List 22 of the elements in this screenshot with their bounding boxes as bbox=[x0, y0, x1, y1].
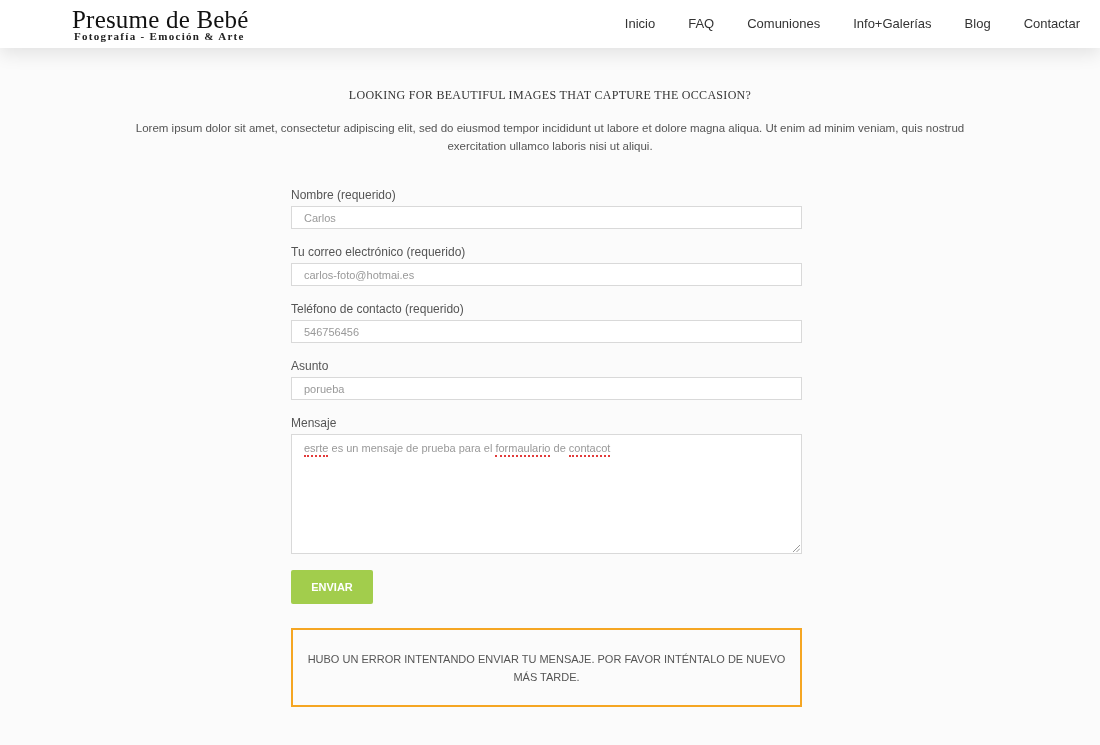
nav-link[interactable]: Info+Galerías bbox=[853, 14, 932, 34]
misspelled-word: formaulario bbox=[495, 442, 551, 457]
logo-title[interactable]: Presume de Bebé bbox=[72, 7, 249, 31]
misspelled-word: contacot bbox=[568, 442, 611, 457]
misspelled-word: esrte bbox=[304, 442, 329, 457]
message-text: es un mensaje de prueba para el bbox=[330, 442, 494, 456]
nav-link[interactable]: Inicio bbox=[624, 14, 656, 34]
field-label: Nombre (requerido) bbox=[291, 188, 396, 202]
intro-heading: LOOKING FOR BEAUTIFUL IMAGES THAT CAPTURE THE OCCASION? bbox=[348, 88, 752, 102]
field-label: Mensaje bbox=[291, 416, 337, 430]
nav-link[interactable]: Blog bbox=[964, 14, 991, 34]
message-text: de bbox=[552, 442, 567, 456]
field-label: Asunto bbox=[291, 359, 329, 373]
logo-tagline: Fotografía - Emoción & Arte bbox=[74, 30, 245, 42]
resize-grip-icon[interactable] bbox=[793, 545, 800, 552]
alert-message: HUBO UN ERROR INTENTANDO ENVIAR TU MENSAJE. POR FAVOR INTÉNTALO DE NUEVO MÁS TARDE. bbox=[307, 651, 786, 685]
field-label: Teléfono de contacto (requerido) bbox=[291, 302, 464, 316]
intro-paragraph: Lorem ipsum dolor sit amet, consectetur adipiscing elit, sed do eiusmod tempor incididunt ut labore et dolore magna aliqua. Ut enim ad minim veniam, quis nostrud exercitation ullamco laboris nisi ut aliqui. bbox=[134, 121, 966, 154]
nav-link[interactable]: Comuniones bbox=[747, 14, 821, 34]
field-label: Tu correo electrónico (requerido) bbox=[291, 245, 466, 259]
nav-link[interactable]: Contactar bbox=[1023, 14, 1080, 34]
nav-link[interactable]: FAQ bbox=[688, 14, 715, 34]
